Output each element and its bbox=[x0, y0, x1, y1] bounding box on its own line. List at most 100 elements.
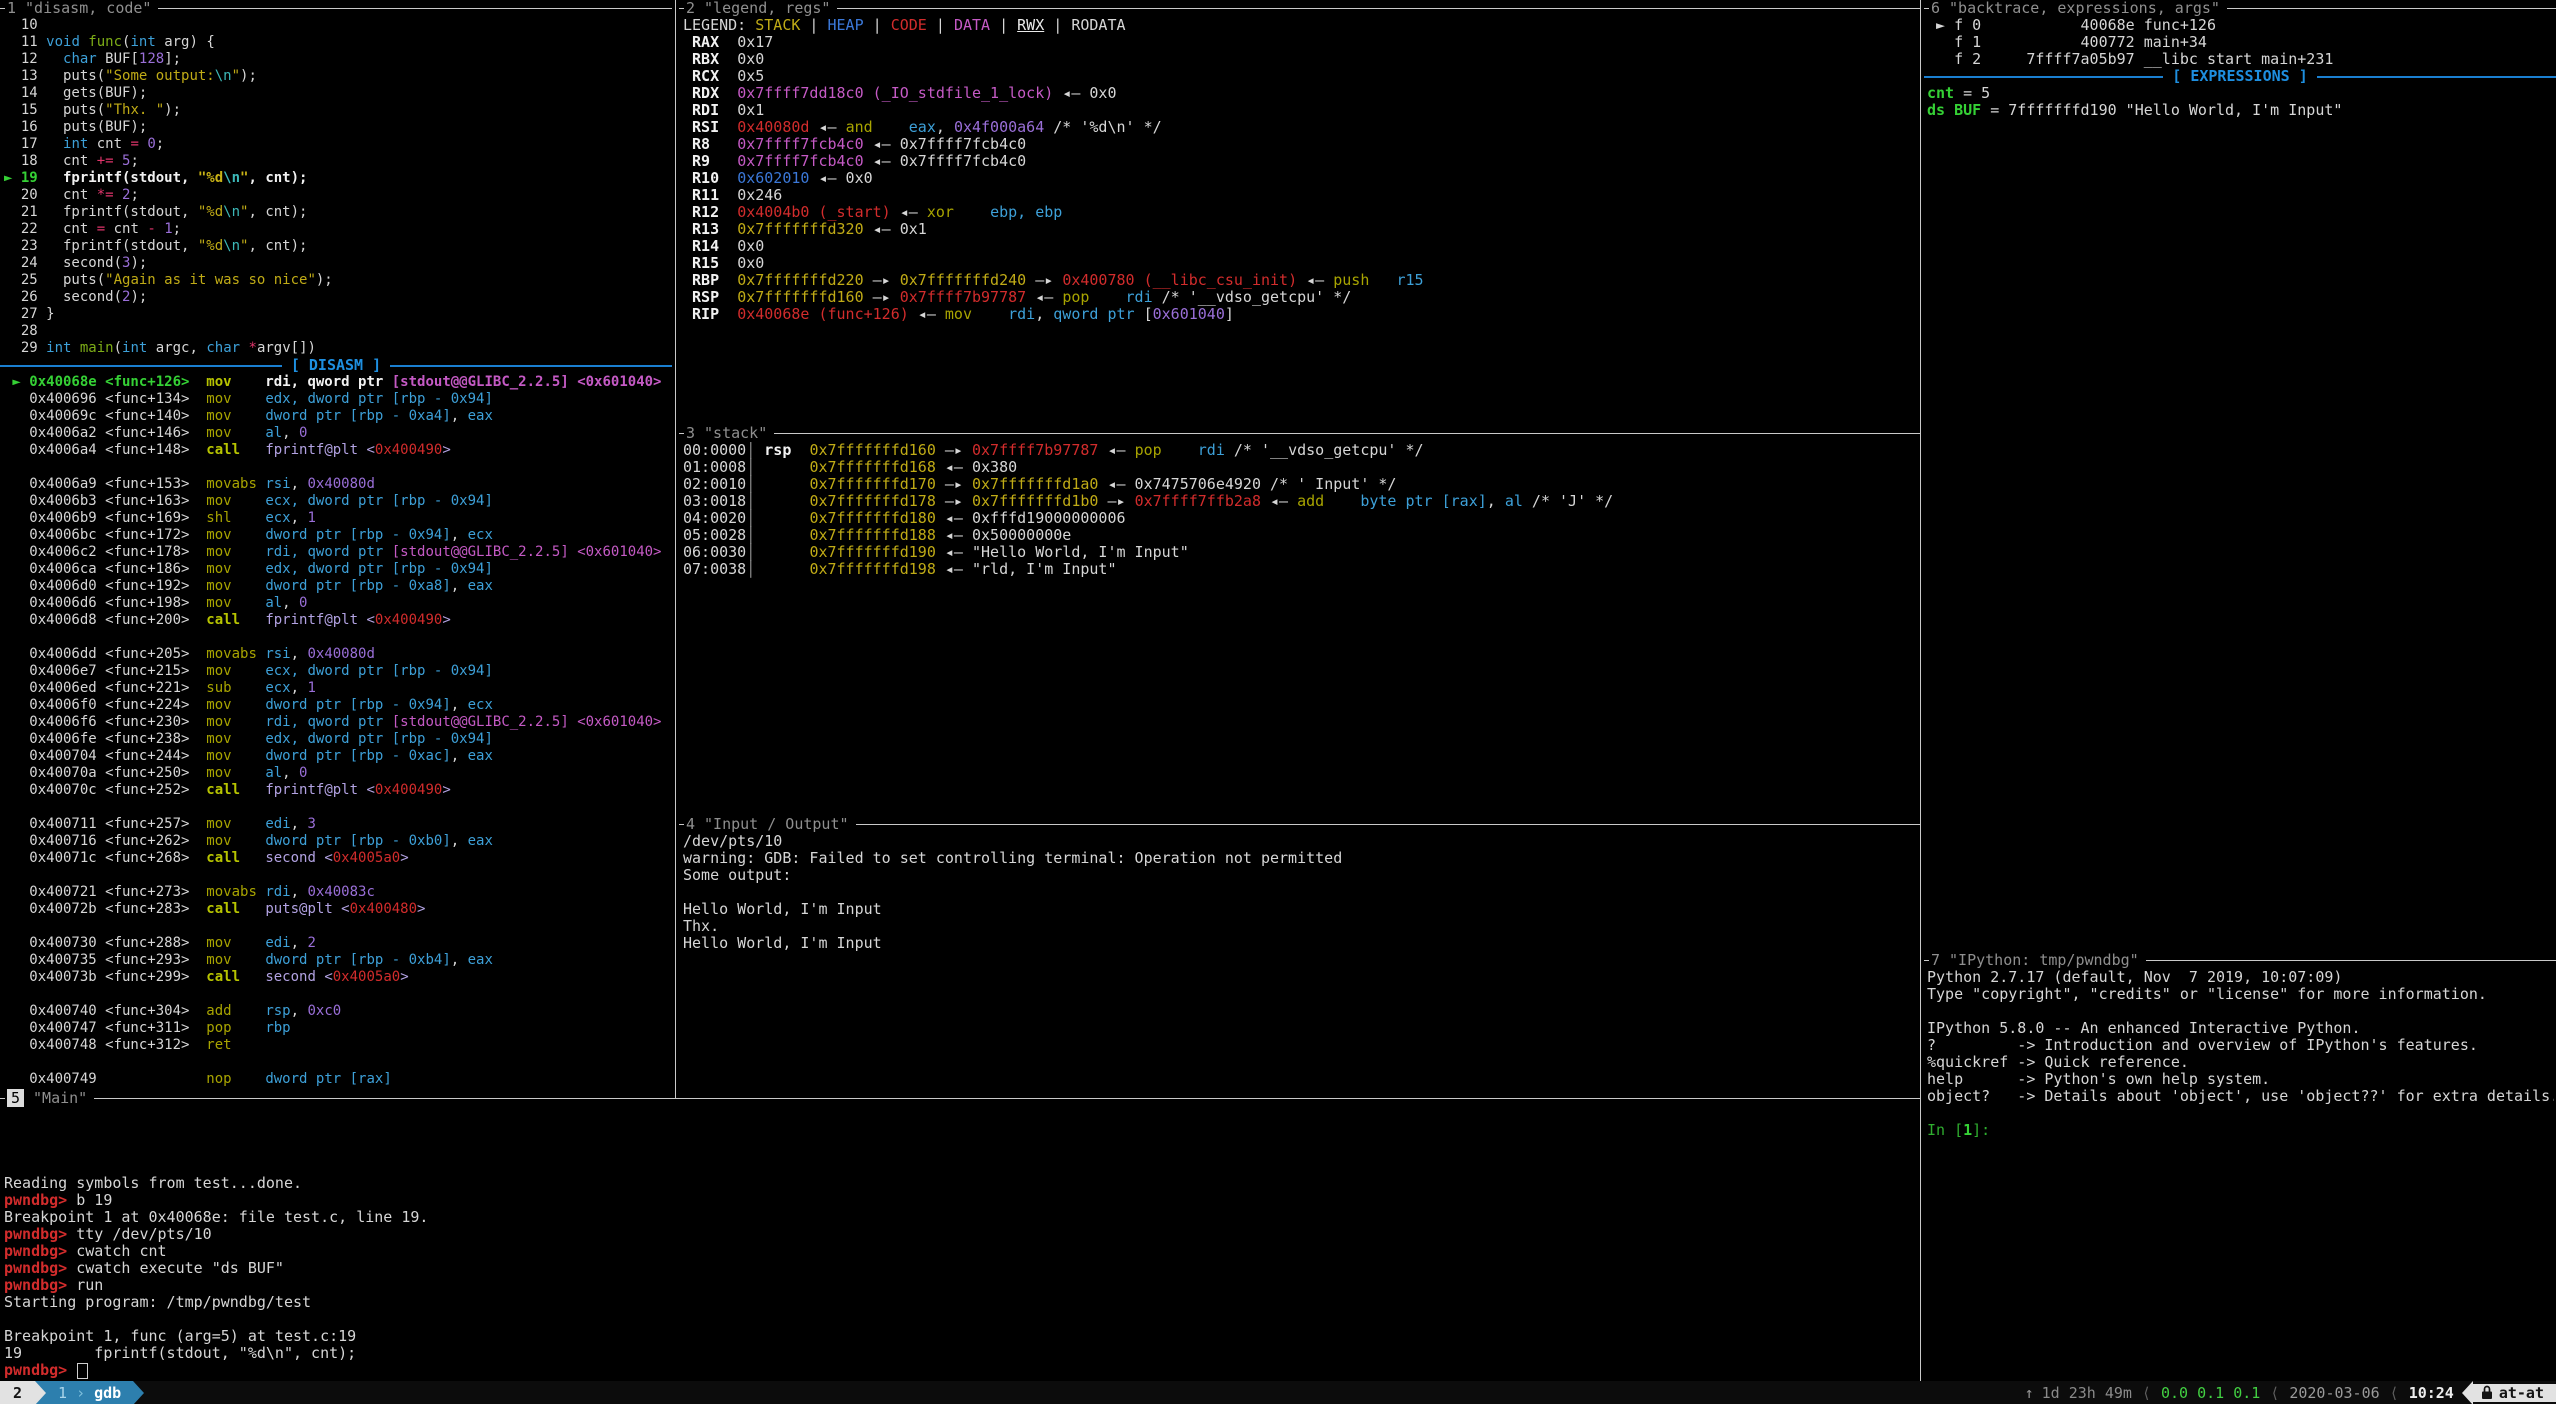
term-line: 28 bbox=[4, 323, 672, 340]
term-line bbox=[1927, 1003, 2554, 1020]
term-line: IPython 5.8.0 -- An enhanced Interactive… bbox=[1927, 1020, 2554, 1037]
term-line: Thx. bbox=[683, 918, 1918, 935]
term-line: 23 fprintf(stdout, "%d\n", cnt); bbox=[4, 238, 672, 255]
term-line: RCX 0x5 bbox=[683, 68, 1918, 85]
term-line: Python 2.7.17 (default, Nov 7 2019, 10:0… bbox=[1927, 969, 2554, 986]
stack-view[interactable]: 00:0000│ rsp 0x7fffffffd160 —▸ 0x7ffff7b… bbox=[683, 442, 1918, 578]
ipython-console[interactable]: Python 2.7.17 (default, Nov 7 2019, 10:0… bbox=[1927, 969, 2554, 1139]
term-line bbox=[4, 1107, 1916, 1124]
window-name: gdb bbox=[94, 1384, 121, 1402]
pane-name: "backtrace, expressions, args" bbox=[1949, 0, 2220, 17]
pane-separator-io[interactable]: 4"Input / Output" bbox=[679, 816, 1920, 833]
pane-name: "stack" bbox=[704, 424, 767, 442]
gdb-console[interactable]: Reading symbols from test...done.pwndbg>… bbox=[4, 1107, 1916, 1379]
term-line bbox=[4, 1311, 1916, 1328]
term-line: 07:0038│ 0x7fffffffd198 ◂— "rld, I'm Inp… bbox=[683, 561, 1918, 578]
pane-title-main: 5"Main" bbox=[5, 1090, 94, 1107]
term-line: RIP 0x40068e (func+126) ◂— mov rdi, qwor… bbox=[683, 306, 1918, 323]
term-line: 0x400749 nop dword ptr [rax] bbox=[4, 1071, 672, 1088]
term-line: R9 0x7ffff7fcb4c0 ◂— 0x7ffff7fcb4c0 bbox=[683, 153, 1918, 170]
pane-separator-main[interactable]: 5"Main" bbox=[0, 1090, 1920, 1107]
term-line: 0x40070c <func+252> call fprintf@plt <0x… bbox=[4, 782, 672, 799]
pane-title-stack: 3"stack" bbox=[684, 425, 774, 442]
term-line: 0x400716 <func+262> mov dword ptr [rbp -… bbox=[4, 833, 672, 850]
term-line: Starting program: /tmp/pwndbg/test bbox=[4, 1294, 1916, 1311]
pane-title-ipython: 7"IPython: tmp/pwndbg" bbox=[1929, 952, 2146, 969]
term-line: ► f 0 40068e func+126 bbox=[1927, 17, 2554, 34]
pane-border-vertical-right[interactable] bbox=[1920, 0, 1921, 1381]
source-code-view[interactable]: 10 11 void func(int arg) { 12 char BUF[1… bbox=[4, 17, 672, 357]
term-line: 24 second(3); bbox=[4, 255, 672, 272]
term-line: 14 gets(BUF); bbox=[4, 85, 672, 102]
pane-number: 6 bbox=[1931, 0, 1940, 17]
pane-border-vertical-left[interactable] bbox=[675, 0, 676, 1098]
term-line: R11 0x246 bbox=[683, 187, 1918, 204]
term-line: f 2 7ffff7a05b97 __libc_start_main+231 bbox=[1927, 51, 2554, 68]
expressions-section-label: [ EXPRESSIONS ] bbox=[2163, 67, 2316, 85]
term-line: 0x40070a <func+250> mov al, 0 bbox=[4, 765, 672, 782]
term-line: RSI 0x40080d ◂— and eax, 0x4f000a64 /* '… bbox=[683, 119, 1918, 136]
term-line: 10 bbox=[4, 17, 672, 34]
pane-name: "IPython: tmp/pwndbg" bbox=[1949, 951, 2139, 969]
pane-separator-disasm-code[interactable]: 1"disasm, code" bbox=[0, 0, 672, 17]
term-line: ► 19 fprintf(stdout, "%d\n", cnt); bbox=[4, 170, 672, 187]
term-line: Hello World, I'm Input bbox=[683, 935, 1918, 952]
pane-separator-legend-regs[interactable]: 2"legend, regs" bbox=[679, 0, 1920, 17]
expressions-view[interactable]: cnt = 5ds BUF = 7fffffffd190 "Hello Worl… bbox=[1927, 85, 2554, 119]
registers-view[interactable]: LEGEND: STACK | HEAP | CODE | DATA | RWX… bbox=[683, 17, 1918, 323]
term-line: 0x400748 <func+312> ret bbox=[4, 1037, 672, 1054]
term-line: R13 0x7fffffffd320 ◂— 0x1 bbox=[683, 221, 1918, 238]
window-tab-gdb[interactable]: 1 › gdb bbox=[46, 1381, 133, 1404]
term-line: RBP 0x7fffffffd220 —▸ 0x7fffffffd240 —▸ … bbox=[683, 272, 1918, 289]
term-line: /dev/pts/10 bbox=[683, 833, 1918, 850]
chevron-right-icon: › bbox=[76, 1384, 85, 1402]
disasm-section-label: [ DISASM ] bbox=[282, 356, 390, 374]
term-line bbox=[4, 459, 672, 476]
term-line: 0x400747 <func+311> pop rbp bbox=[4, 1020, 672, 1037]
term-line: Breakpoint 1 at 0x40068e: file test.c, l… bbox=[4, 1209, 1916, 1226]
powerline-arrow-icon bbox=[35, 1381, 46, 1404]
session-indicator[interactable]: 2 bbox=[0, 1381, 35, 1404]
backtrace-view[interactable]: ► f 0 40068e func+126 f 1 400772 main+34… bbox=[1927, 17, 2554, 68]
lock-icon bbox=[2481, 1385, 2493, 1400]
term-line: 0x4006b9 <func+169> shl ecx, 1 bbox=[4, 510, 672, 527]
term-line: R12 0x4004b0 (_start) ◂— xor ebp, ebp bbox=[683, 204, 1918, 221]
disassembly-view[interactable]: ► 0x40068e <func+126> mov rdi, qword ptr… bbox=[4, 374, 672, 1088]
term-line: 0x400730 <func+288> mov edi, 2 bbox=[4, 935, 672, 952]
pane-separator-stack[interactable]: 3"stack" bbox=[679, 425, 1920, 442]
term-line: 0x400696 <func+134> mov edx, dword ptr [… bbox=[4, 391, 672, 408]
term-line: RAX 0x17 bbox=[683, 34, 1918, 51]
load-average: 0.0 0.1 0.1 bbox=[2161, 1384, 2260, 1402]
pane-separator-ipython[interactable]: 7"IPython: tmp/pwndbg" bbox=[1924, 952, 2556, 969]
term-line bbox=[4, 918, 672, 935]
term-line bbox=[1927, 1105, 2554, 1122]
term-line: 0x4006f6 <func+230> mov rdi, qword ptr [… bbox=[4, 714, 672, 731]
term-line bbox=[4, 867, 672, 884]
term-line: 0x4006fe <func+238> mov edx, dword ptr [… bbox=[4, 731, 672, 748]
term-line: cnt = 5 bbox=[1927, 85, 2554, 102]
pane-title-backtrace: 6 "backtrace, expressions, args" bbox=[1929, 0, 2227, 17]
term-line: pwndbg> run bbox=[4, 1277, 1916, 1294]
pane-name: "disasm, code" bbox=[25, 0, 151, 17]
term-line: 0x4006b3 <func+163> mov ecx, dword ptr [… bbox=[4, 493, 672, 510]
term-line: R15 0x0 bbox=[683, 255, 1918, 272]
term-line: 0x40072b <func+283> call puts@plt <0x400… bbox=[4, 901, 672, 918]
term-line: R8 0x7ffff7fcb4c0 ◂— 0x7ffff7fcb4c0 bbox=[683, 136, 1918, 153]
term-line: 0x400711 <func+257> mov edi, 3 bbox=[4, 816, 672, 833]
term-line: RDI 0x1 bbox=[683, 102, 1918, 119]
term-line bbox=[4, 629, 672, 646]
term-line bbox=[4, 1054, 672, 1071]
pane-title-legend-regs: 2"legend, regs" bbox=[684, 0, 837, 17]
term-line: object? -> Details about 'object', use '… bbox=[1927, 1088, 2554, 1105]
term-line: 0x40071c <func+268> call second <0x4005a… bbox=[4, 850, 672, 867]
term-line: 27 } bbox=[4, 306, 672, 323]
term-line: 01:0008│ 0x7fffffffd168 ◂— 0x380 bbox=[683, 459, 1918, 476]
program-io-view[interactable]: /dev/pts/10warning: GDB: Failed to set c… bbox=[683, 833, 1918, 952]
pane-separator-backtrace[interactable]: 6 "backtrace, expressions, args" bbox=[1924, 0, 2556, 17]
term-line: 02:0010│ 0x7fffffffd170 —▸ 0x7fffffffd1a… bbox=[683, 476, 1918, 493]
pane-number: 4 bbox=[686, 815, 695, 833]
status-bar-left: 2 1 › gdb bbox=[0, 1381, 144, 1404]
term-line: pwndbg> cwatch execute "ds BUF" bbox=[4, 1260, 1916, 1277]
uptime-arrow-icon: ↑ bbox=[2025, 1384, 2034, 1402]
term-line: %quickref -> Quick reference. bbox=[1927, 1054, 2554, 1071]
